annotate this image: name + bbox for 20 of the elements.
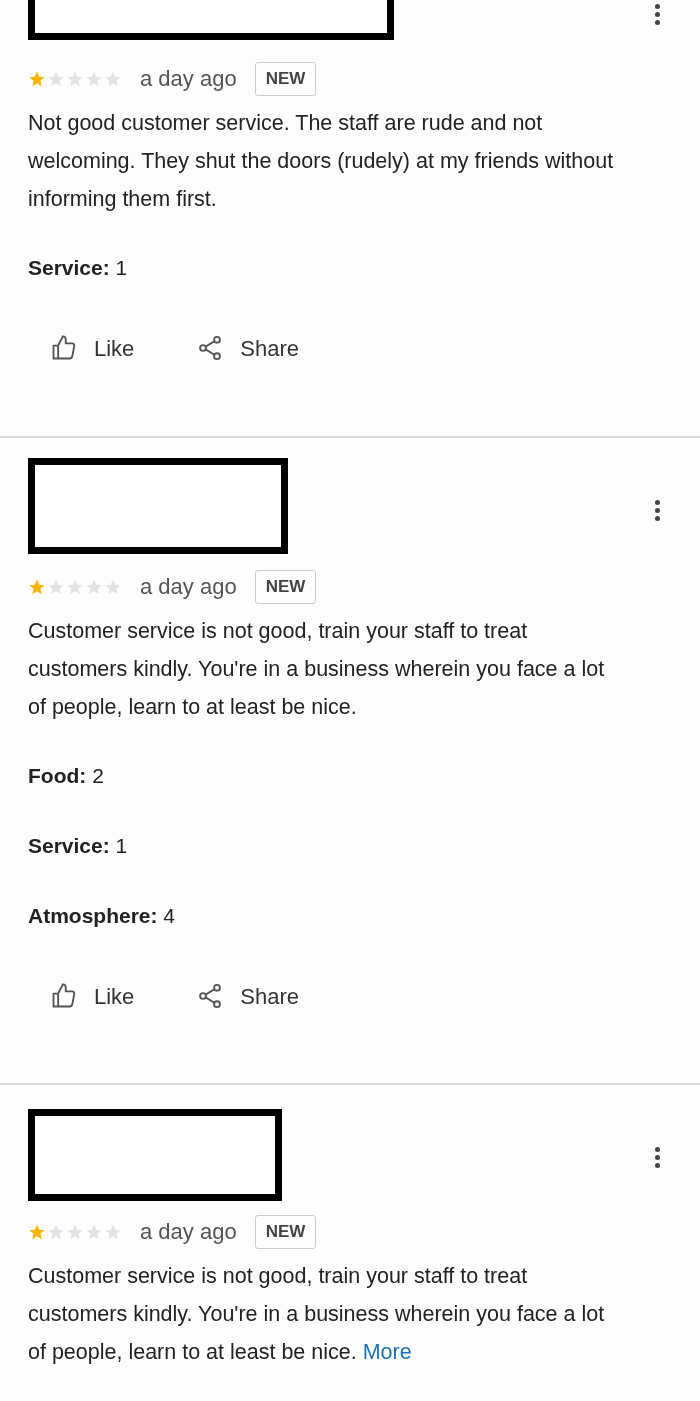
more-link[interactable]: More [362,1339,412,1364]
rating-line: Service: 1 [28,254,129,281]
review-text: Customer service is not good, train your staff to treat customers kindly. You're in a business wherein you face a lot of people, learn to at least be nice. More [28,1262,606,1366]
review-time: a day ago [140,65,237,94]
rating-line: Atmosphere: 4 [28,902,177,929]
review-time: a day ago [140,573,237,602]
like-button[interactable]: Like [50,331,135,365]
new-badge: NEW [254,62,317,96]
like-button[interactable]: Like [50,979,135,1013]
new-badge: NEW [254,570,317,604]
share-button[interactable]: Share [196,331,300,365]
review-text: Not good customer service. The staff are rude and not welcoming. They shut the doors (rudely) at my friends without informing them first. [28,109,615,213]
rating-line: Service: 1 [28,832,129,859]
review-text: Customer service is not good, train your staff to treat customers kindly. You're in a business wherein you face a lot of people, learn to at least be nice. [28,617,606,721]
thumbs-up-icon [50,982,78,1010]
thumbs-up-icon [50,334,78,362]
new-badge: NEW [254,1215,317,1249]
rating-line: Food: 2 [28,762,105,789]
review-time: a day ago [140,1218,237,1247]
share-button[interactable]: Share [196,979,300,1013]
